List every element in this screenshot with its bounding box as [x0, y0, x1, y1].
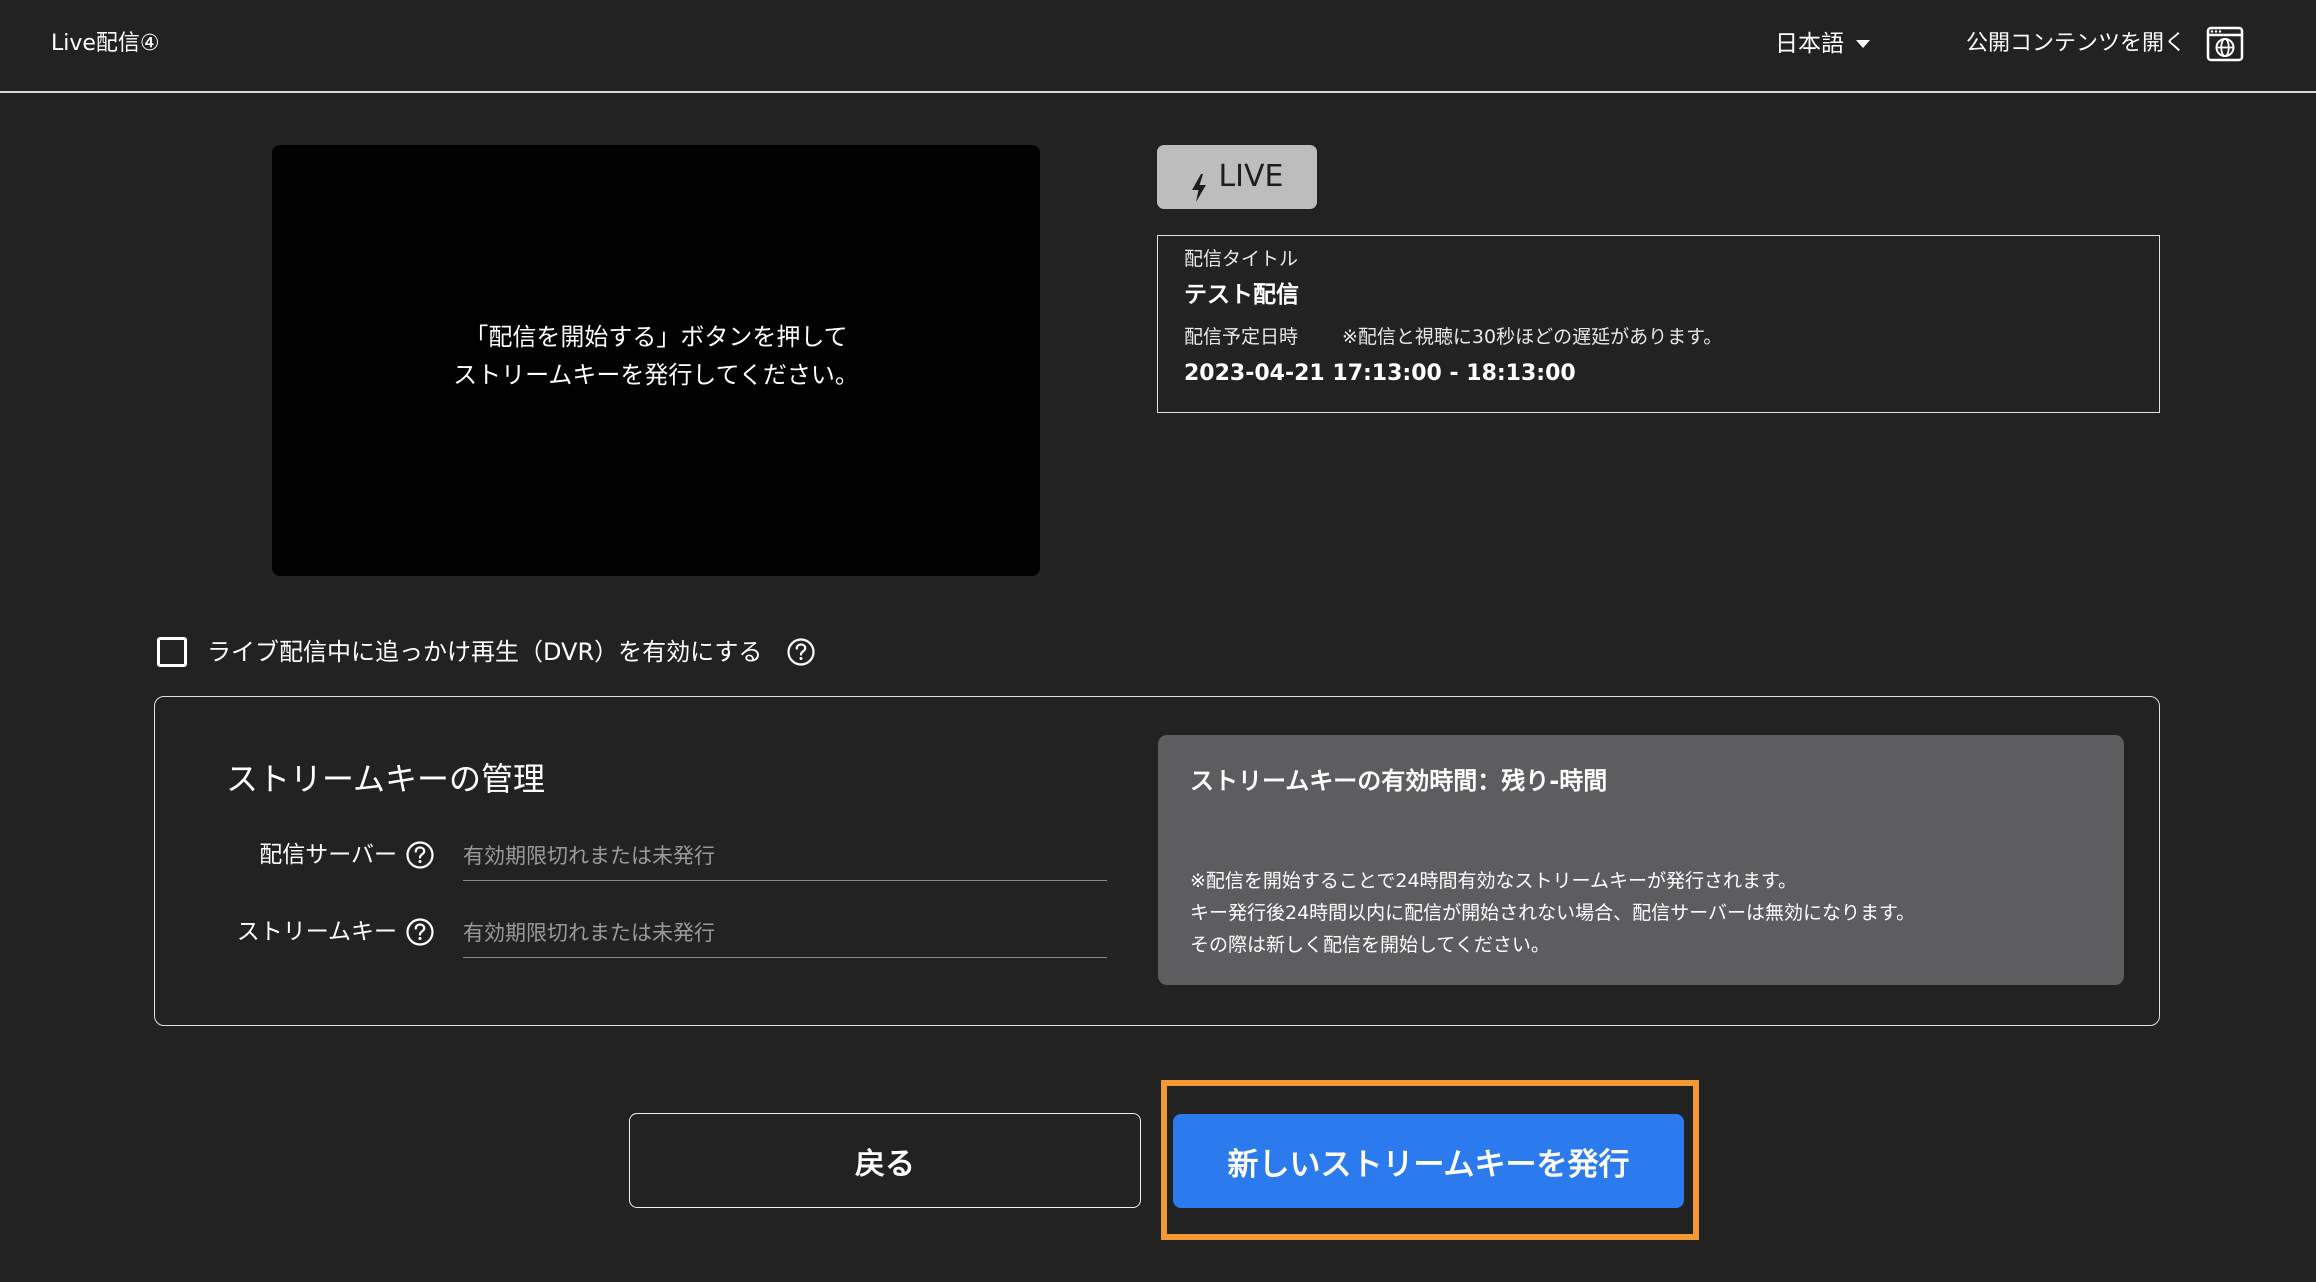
validity-notes: ※配信を開始することで24時間有効なストリームキーが発行されます。 キー発行後2… — [1190, 865, 1915, 961]
dvr-option: ライブ配信中に追っかけ再生（DVR）を有効にする — [157, 634, 816, 670]
player-message-line: ストリームキーを発行してください。 — [453, 360, 859, 389]
dvr-checkbox[interactable] — [157, 637, 187, 667]
bolt-icon — [1190, 162, 1208, 202]
app-title: Live配信④ — [51, 31, 160, 56]
stream-key-label-text: ストリームキー — [236, 919, 397, 945]
question-circle-icon[interactable] — [786, 637, 816, 667]
scheduled-date: 2023-04-21 17:13:00 - 18:13:00 — [1184, 361, 1576, 386]
validity-note-line: ※配信を開始することで24時間有効なストリームキーが発行されます。 — [1190, 870, 1798, 892]
stream-key-label: ストリームキー — [237, 912, 435, 952]
stream-title-label: 配信タイトル — [1184, 248, 1299, 270]
open-public-content-label: 公開コンテンツを開く — [1966, 31, 2187, 56]
server-input[interactable] — [463, 835, 1107, 881]
stream-key-input[interactable] — [463, 912, 1107, 958]
validity-note-line: その際は新しく配信を開始してください。 — [1190, 934, 1550, 956]
delay-note: ※配信と視聴に30秒ほどの遅延があります。 — [1342, 326, 1723, 348]
language-label: 日本語 — [1775, 31, 1844, 57]
server-label-text: 配信サーバー — [259, 842, 397, 868]
dvr-label[interactable]: ライブ配信中に追っかけ再生（DVR）を有効にする — [207, 634, 762, 670]
live-badge-label: LIVE — [1218, 159, 1284, 194]
chevron-down-icon — [1856, 40, 1870, 48]
open-public-content-link[interactable]: 公開コンテンツを開く — [1966, 26, 2244, 62]
validity-note-line: キー発行後24時間以内に配信が開始されない場合、配信サーバーは無効になります。 — [1190, 902, 1916, 924]
stream-info-panel: 配信タイトル テスト配信 配信予定日時 ※配信と視聴に30秒ほどの遅延があります… — [1157, 235, 2160, 413]
back-button[interactable]: 戻る — [629, 1113, 1141, 1208]
stream-key-validity-panel: ストリームキーの有効時間：残り-時間 ※配信を開始することで24時間有効なストリ… — [1158, 735, 2124, 985]
player-message-line: 「配信を開始する」ボタンを押して — [464, 322, 848, 351]
video-player[interactable]: 「配信を開始する」ボタンを押して ストリームキーを発行してください。 — [272, 145, 1040, 576]
stream-key-heading: ストリームキーの管理 — [226, 760, 546, 798]
language-select[interactable]: 日本語 — [1775, 28, 1870, 60]
player-message: 「配信を開始する」ボタンを押して ストリームキーを発行してください。 — [453, 318, 859, 394]
stream-key-field-row: ストリームキー — [155, 912, 1155, 972]
stream-title: テスト配信 — [1184, 282, 1299, 308]
issue-new-stream-key-button[interactable]: 新しいストリームキーを発行 — [1173, 1114, 1684, 1208]
server-field-row: 配信サーバー — [155, 835, 1155, 895]
globe-window-icon — [2206, 26, 2244, 62]
top-bar: Live配信④ 日本語 公開コンテンツを開く — [0, 0, 2316, 93]
question-circle-icon[interactable] — [405, 840, 435, 870]
server-label: 配信サーバー — [259, 835, 435, 875]
question-circle-icon[interactable] — [405, 917, 435, 947]
scheduled-date-label: 配信予定日時 — [1184, 326, 1299, 348]
validity-title: ストリームキーの有効時間：残り-時間 — [1190, 767, 1608, 795]
live-status-badge: LIVE — [1157, 145, 1317, 209]
stream-key-management-panel: ストリームキーの管理 配信サーバー ストリームキー — [154, 696, 2160, 1026]
